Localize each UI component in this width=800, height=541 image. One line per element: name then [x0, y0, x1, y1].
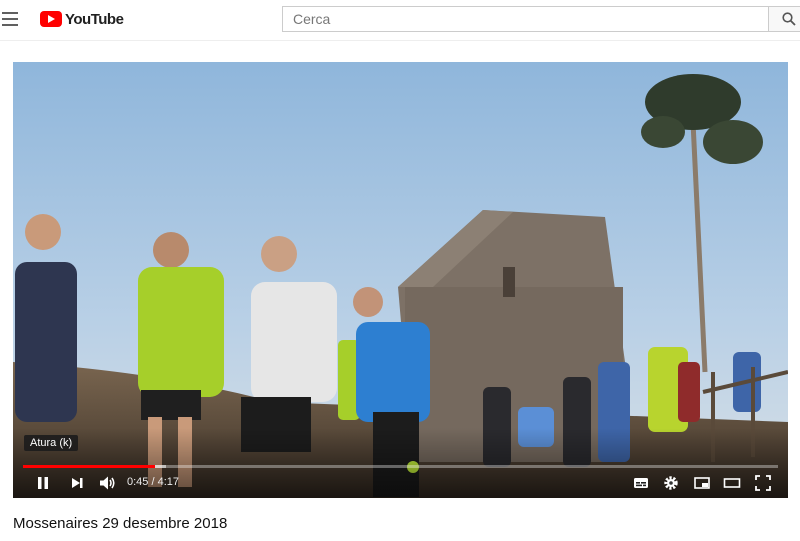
next-button[interactable]	[67, 473, 87, 493]
settings-gear-icon	[664, 476, 678, 490]
fullscreen-icon	[755, 475, 771, 491]
progress-bar[interactable]	[23, 465, 778, 468]
pause-icon	[38, 477, 48, 489]
subtitles-icon	[634, 478, 648, 488]
miniplayer-icon	[694, 477, 710, 489]
volume-icon	[100, 476, 115, 490]
volume-button[interactable]	[97, 473, 117, 493]
search-button[interactable]	[768, 6, 800, 32]
subtitles-button[interactable]	[631, 473, 651, 493]
fullscreen-button[interactable]	[753, 473, 773, 493]
menu-icon[interactable]	[2, 12, 18, 26]
settings-button[interactable]	[661, 473, 681, 493]
youtube-logo-icon	[40, 11, 62, 27]
theater-mode-button[interactable]	[722, 473, 742, 493]
miniplayer-button[interactable]	[692, 473, 712, 493]
video-title: Mossenaires 29 desembre 2018	[13, 515, 228, 532]
youtube-logo[interactable]: YouTube	[40, 9, 124, 29]
theater-mode-icon	[723, 478, 741, 488]
pause-button[interactable]	[33, 473, 53, 493]
time-display: 0:45 / 4:17	[127, 476, 179, 488]
search-icon	[782, 12, 796, 26]
video-player[interactable]: Atura (k) 0:45 / 4:17	[13, 62, 788, 498]
next-icon	[72, 478, 83, 488]
pause-tooltip: Atura (k)	[24, 435, 79, 451]
progress-played	[23, 465, 156, 468]
search-input[interactable]	[282, 6, 768, 32]
logo-text: YouTube	[65, 10, 124, 28]
masthead: YouTube	[0, 0, 800, 41]
